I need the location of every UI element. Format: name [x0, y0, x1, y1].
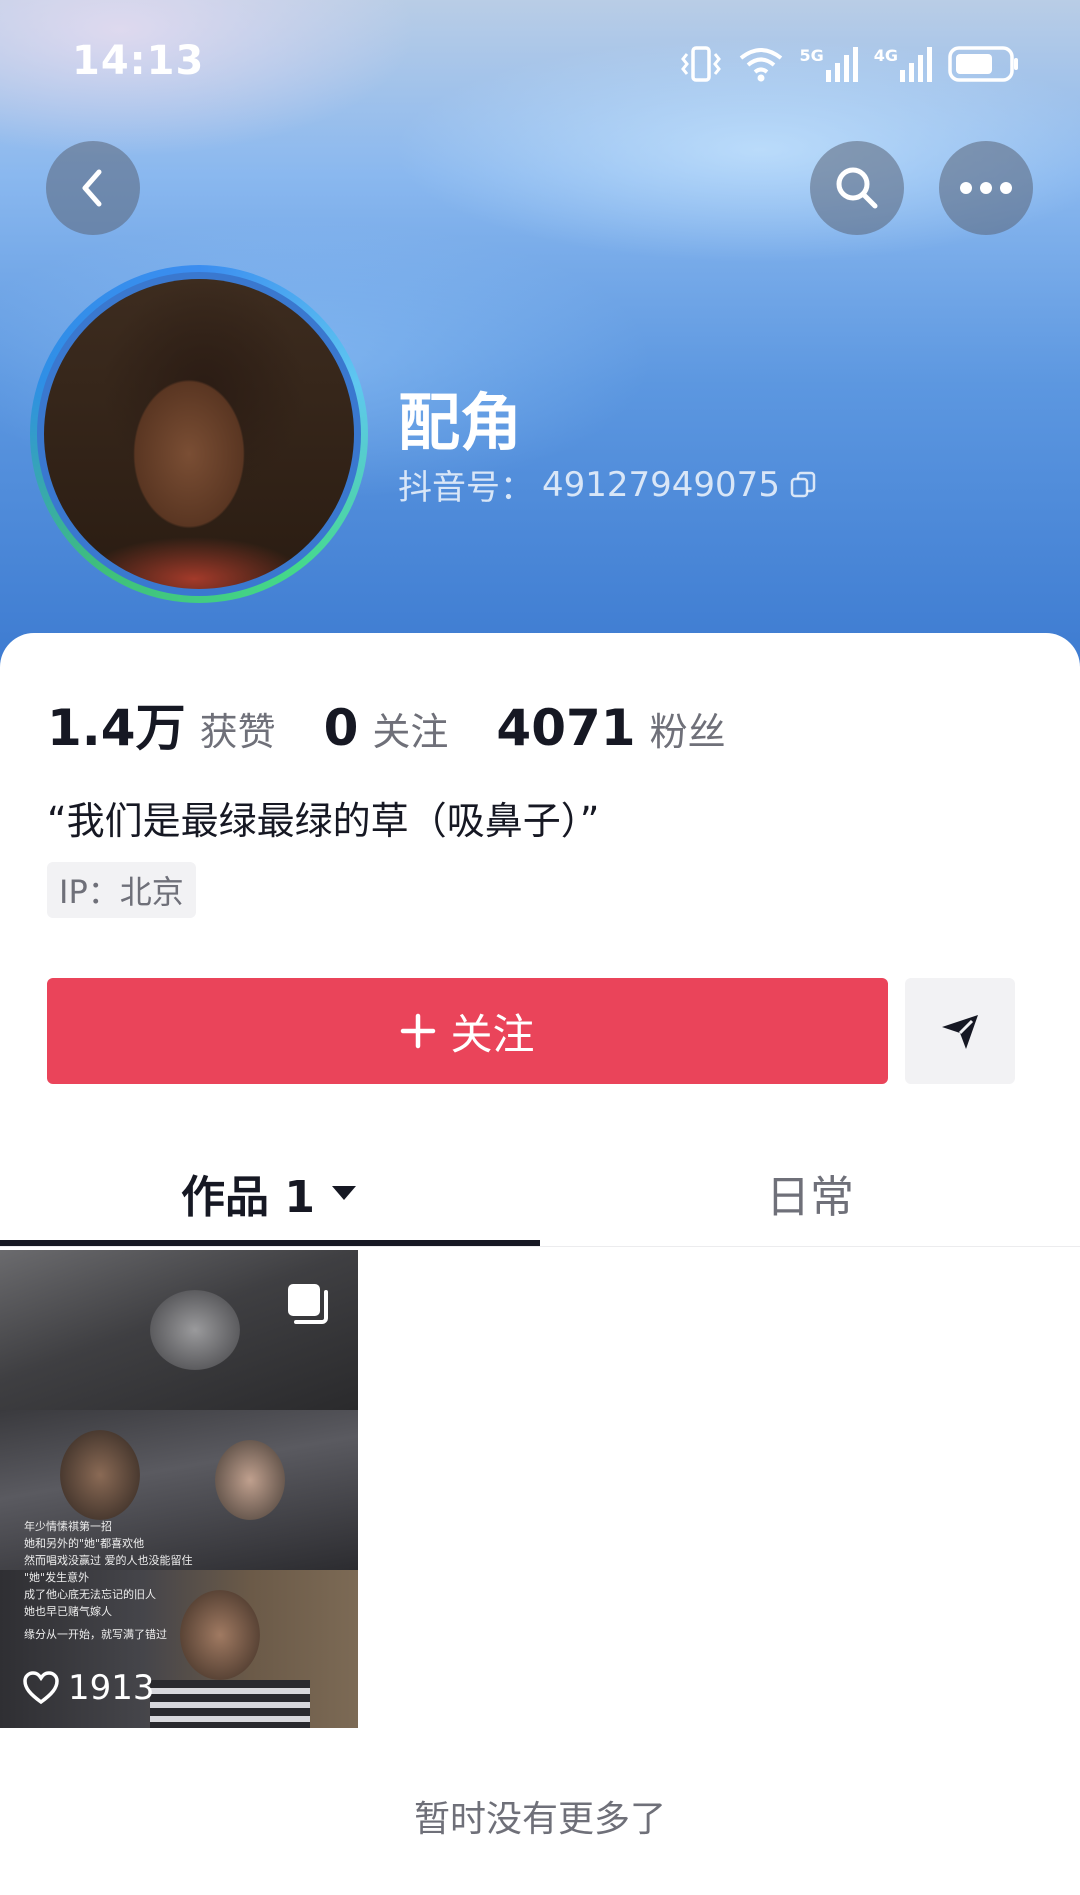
more-button[interactable] [939, 141, 1033, 235]
profile-stats: 1.4万 获赞 0 关注 4071 粉丝 [47, 688, 774, 760]
follow-button-label: 关注 [450, 1009, 535, 1059]
following-count[interactable]: 0 [324, 699, 359, 757]
signal-bars-icon [900, 47, 932, 82]
douyin-id-label: 抖音号： [398, 468, 534, 508]
caption-line: 年少情愫祺第一招 [24, 1520, 112, 1533]
end-of-list-text: 暂时没有更多了 [413, 1799, 666, 1840]
content-tabs: 作品 1 日常 [0, 1140, 1080, 1247]
video-likes-count: 1913 [68, 1668, 155, 1708]
more-icon [960, 182, 1012, 194]
send-icon [942, 1015, 978, 1049]
caption-line: 成了他心底无法忘记的旧人 [24, 1588, 156, 1601]
copy-icon[interactable] [788, 470, 818, 500]
search-icon [836, 167, 878, 209]
status-bar: 14:13 5G 4G [0, 0, 1080, 130]
caret-down-icon [331, 1186, 356, 1200]
profile-name: 配角 [398, 386, 523, 459]
multi-image-icon [288, 1284, 328, 1324]
follow-button[interactable]: 关注 [47, 978, 888, 1084]
likes-label: 获赞 [199, 710, 276, 754]
video-thumbnail[interactable]: 年少情愫祺第一招 她和另外的"她"都喜欢他 然而唱戏没赢过 爱的人也没能留住 "… [0, 1250, 358, 1728]
avatar [44, 279, 354, 589]
caption-line: 她和另外的"她"都喜欢他 [24, 1537, 145, 1550]
tab-works-label: 作品 1 [181, 1172, 315, 1223]
chevron-left-icon [82, 169, 102, 207]
caption-line: 缘分从一开始，就写满了错过 [24, 1628, 167, 1641]
back-button[interactable] [46, 141, 140, 235]
battery-icon [948, 46, 1018, 82]
caption-line: 然而唱戏没赢过 爱的人也没能留住 [24, 1554, 193, 1567]
following-label: 关注 [372, 710, 449, 754]
send-message-button[interactable] [905, 978, 1015, 1084]
status-icons: 5G 4G [679, 44, 1020, 84]
followers-count[interactable]: 4071 [496, 699, 635, 757]
ip-location-tag: IP：北京 [47, 862, 196, 918]
caption-line: "她"发生意外 [24, 1571, 90, 1584]
active-tab-indicator [0, 1240, 540, 1246]
video-likes: 1913 [22, 1668, 155, 1708]
heart-icon [23, 1671, 59, 1705]
tab-works[interactable]: 作品 1 [0, 1140, 540, 1246]
status-time: 14:13 [72, 38, 205, 84]
signal-4g: 4G [874, 46, 934, 82]
search-button[interactable] [810, 141, 904, 235]
plus-icon [401, 1013, 436, 1049]
tab-daily[interactable]: 日常 [540, 1140, 1080, 1246]
signal-5g: 5G [799, 46, 859, 82]
douyin-id-value: 49127949075 [542, 464, 780, 505]
network-5g-label: 5G [799, 46, 824, 65]
network-4g-label: 4G [873, 46, 898, 65]
thumbnail-frame [0, 1250, 358, 1410]
video-caption: 年少情愫祺第一招 她和另外的"她"都喜欢他 然而唱戏没赢过 爱的人也没能留住 "… [24, 1518, 193, 1643]
douyin-id[interactable]: 抖音号： 49127949075 [398, 460, 818, 509]
signal-bars-icon [825, 47, 858, 82]
vibrate-icon [681, 46, 722, 82]
caption-line: 她也早已赌气嫁人 [24, 1605, 112, 1618]
profile-bio: “我们是最绿最绿的草（吸鼻子）” [47, 799, 600, 843]
avatar-ring[interactable] [30, 265, 368, 603]
followers-label: 粉丝 [649, 710, 726, 754]
likes-count[interactable]: 1.4万 [47, 688, 186, 760]
wifi-icon [740, 48, 783, 82]
